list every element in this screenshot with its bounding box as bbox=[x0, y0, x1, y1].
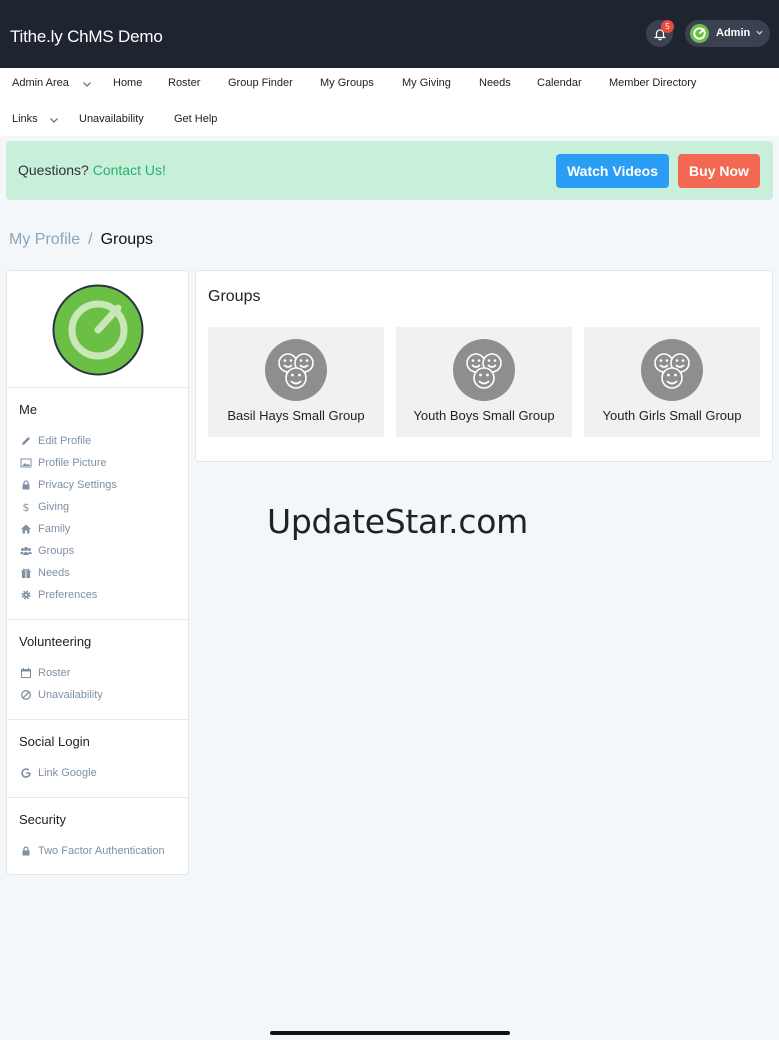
breadcrumb-separator: / bbox=[88, 231, 93, 248]
group-name: Youth Boys Small Group bbox=[413, 408, 555, 423]
sidebar-item-label: Two Factor Authentication bbox=[38, 845, 165, 857]
nav-unavailability[interactable]: Unavailability bbox=[79, 113, 144, 125]
lock-icon bbox=[22, 846, 30, 856]
section-title-volunteering: Volunteering bbox=[19, 634, 92, 649]
section-title-security: Security bbox=[19, 812, 66, 827]
divider bbox=[7, 619, 188, 620]
chevron-down-icon bbox=[83, 82, 91, 87]
group-faces-icon bbox=[453, 339, 515, 401]
nav-my-giving[interactable]: My Giving bbox=[402, 77, 451, 89]
sidebar-item-label: Privacy Settings bbox=[38, 479, 117, 491]
contact-us-link[interactable]: Contact Us! bbox=[93, 162, 166, 178]
nav-my-groups[interactable]: My Groups bbox=[320, 77, 374, 89]
calendar-icon bbox=[21, 668, 31, 678]
groups-title: Groups bbox=[208, 288, 261, 305]
section-title-me: Me bbox=[19, 402, 38, 417]
user-menu-button[interactable]: Admin bbox=[685, 20, 770, 47]
main-nav: Admin Area Home Roster Group Finder My G… bbox=[0, 68, 779, 136]
nav-home[interactable]: Home bbox=[113, 77, 142, 89]
nav-calendar[interactable]: Calendar bbox=[537, 77, 582, 89]
nav-get-help[interactable]: Get Help bbox=[174, 113, 217, 125]
sidebar-item-label: Profile Picture bbox=[38, 457, 107, 469]
nav-admin-area[interactable]: Admin Area bbox=[12, 77, 69, 89]
google-icon bbox=[21, 768, 31, 778]
lock-icon bbox=[22, 480, 30, 490]
app-title[interactable]: Tithe.ly ChMS Demo bbox=[10, 27, 163, 47]
nav-needs[interactable]: Needs bbox=[479, 77, 511, 89]
profile-logo-icon bbox=[52, 284, 144, 376]
group-faces-icon bbox=[641, 339, 703, 401]
watch-videos-button[interactable]: Watch Videos bbox=[556, 154, 669, 188]
profile-avatar[interactable] bbox=[52, 284, 144, 376]
group-card[interactable]: Basil Hays Small Group bbox=[208, 327, 384, 437]
breadcrumb-my-profile[interactable]: My Profile bbox=[9, 231, 80, 248]
breadcrumb-current: Groups bbox=[100, 231, 154, 248]
nav-roster[interactable]: Roster bbox=[168, 77, 200, 89]
divider bbox=[7, 387, 188, 388]
notification-count-badge: 5 bbox=[661, 20, 674, 33]
nav-member-directory[interactable]: Member Directory bbox=[609, 77, 696, 89]
sidebar-item-label: Needs bbox=[38, 567, 70, 579]
group-name: Basil Hays Small Group bbox=[227, 408, 365, 423]
sidebar-item-label: Giving bbox=[38, 501, 70, 513]
breadcrumb: My Profile / Groups bbox=[9, 231, 153, 249]
gear-icon bbox=[21, 590, 31, 600]
banner-text: Questions? Contact Us! bbox=[18, 162, 166, 178]
contact-banner: Questions? Contact Us! Watch Videos Buy … bbox=[6, 141, 773, 200]
image-icon bbox=[20, 458, 32, 468]
sidebar-item-label: Groups bbox=[38, 545, 75, 557]
group-card[interactable]: Youth Boys Small Group bbox=[396, 327, 572, 437]
home-indicator[interactable] bbox=[270, 1031, 510, 1035]
divider bbox=[7, 719, 188, 720]
buy-now-button[interactable]: Buy Now bbox=[678, 154, 760, 188]
gift-icon bbox=[21, 568, 31, 578]
nav-links[interactable]: Links bbox=[12, 113, 38, 125]
nav-group-finder[interactable]: Group Finder bbox=[228, 77, 293, 89]
sidebar-item-label: Preferences bbox=[38, 589, 98, 601]
chevron-down-icon bbox=[756, 30, 763, 35]
sidebar-item-label: Unavailability bbox=[38, 689, 103, 701]
user-avatar bbox=[690, 24, 709, 43]
sidebar-item-label: Family bbox=[38, 523, 71, 535]
group-name: Youth Girls Small Group bbox=[602, 408, 742, 423]
sidebar-item-label: Link Google bbox=[38, 767, 97, 779]
svg-text:$: $ bbox=[23, 501, 30, 513]
brand-logo-icon bbox=[693, 27, 706, 40]
group-faces-icon bbox=[265, 339, 327, 401]
home-icon bbox=[21, 524, 31, 534]
group-card[interactable]: Youth Girls Small Group bbox=[584, 327, 760, 437]
watermark-text: UpdateStar.com bbox=[267, 502, 528, 541]
profile-sidebar: Me Edit Profile Profile Picture Privacy … bbox=[6, 270, 189, 875]
dollar-icon: $ bbox=[23, 501, 30, 513]
divider bbox=[7, 797, 188, 798]
groups-panel: Groups Basil Hays Small Group Youth Boys… bbox=[195, 270, 773, 462]
user-name: Admin bbox=[716, 27, 751, 39]
ban-icon bbox=[21, 690, 31, 700]
pencil-icon bbox=[22, 437, 30, 445]
sidebar-item-label: Roster bbox=[38, 667, 71, 679]
banner-question: Questions? bbox=[18, 162, 89, 178]
sidebar-item-label: Edit Profile bbox=[38, 435, 92, 447]
top-bar: Tithe.ly ChMS Demo 5 Admin bbox=[0, 0, 779, 68]
users-icon bbox=[20, 547, 32, 555]
chevron-down-icon bbox=[50, 118, 58, 123]
section-title-social-login: Social Login bbox=[19, 734, 90, 749]
